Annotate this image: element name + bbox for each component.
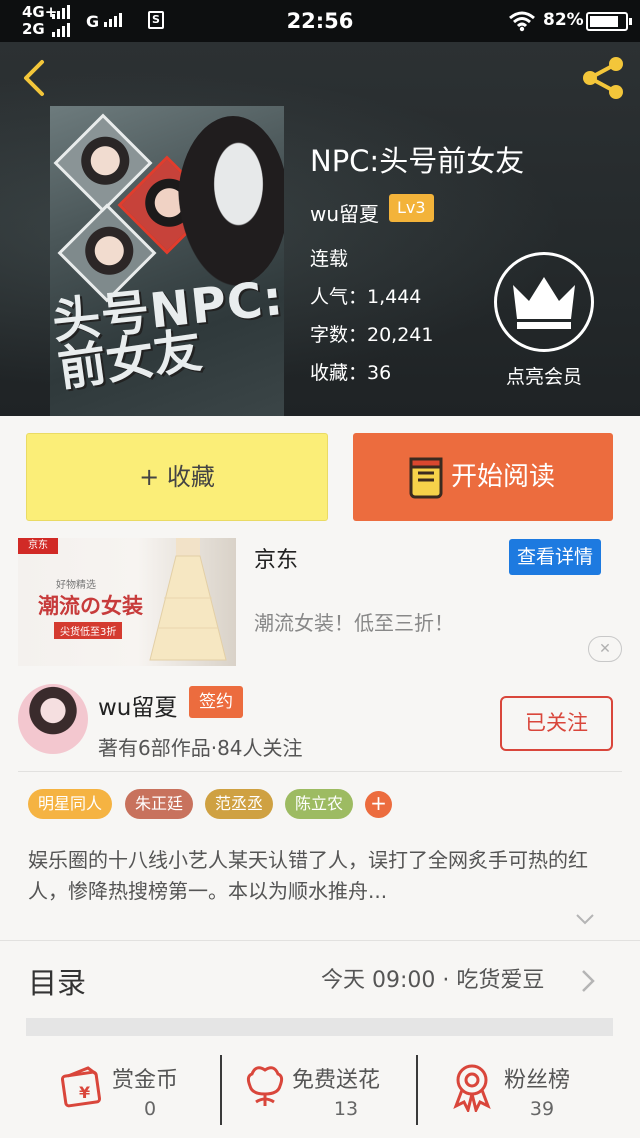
book-title: NPC:头号前女友 xyxy=(310,144,525,178)
tag[interactable]: 朱正廷 xyxy=(125,789,194,819)
free-flower-button[interactable]: 免费送花 13 xyxy=(240,1048,416,1138)
avatar[interactable] xyxy=(18,684,88,754)
ad-brand: 京东 xyxy=(254,548,299,573)
book-description: 娱乐圈的十八线小艺人某天认错了人，误打了全网炙手可热的红人，惨降热搜榜第一。本以… xyxy=(28,848,588,903)
ad-image-sale: 尖货低至3折 xyxy=(54,622,123,639)
svg-text:¥: ¥ xyxy=(79,1083,90,1102)
flower-count: 13 xyxy=(333,1098,359,1120)
ad-detail-button[interactable]: 查看详情 xyxy=(509,539,602,575)
battery-icon xyxy=(586,12,632,31)
author-works: 著有6部作品·84人关注 xyxy=(98,736,303,760)
book-header: 头号NPC: 前女友 NPC:头号前女友 wu留夏 Lv3 连载 人气：1,44… xyxy=(0,42,640,416)
chevron-right-icon[interactable] xyxy=(580,968,596,994)
tag[interactable]: 陈立农 xyxy=(285,789,354,819)
start-reading-button[interactable]: 开始阅读 xyxy=(353,433,613,521)
favorites-count: 收藏：36 xyxy=(310,362,392,384)
reward-coin-button[interactable]: ¥ 赏金币 0 xyxy=(50,1048,220,1138)
back-button[interactable] xyxy=(14,56,54,100)
footer-divider xyxy=(220,1055,222,1125)
crown-icon xyxy=(513,277,575,329)
level-badge: Lv3 xyxy=(389,194,434,222)
book-cover[interactable]: 头号NPC: 前女友 xyxy=(50,106,284,416)
author-name[interactable]: wu留夏 xyxy=(98,688,177,722)
ad-image-headline: 潮流の女装 xyxy=(38,594,143,618)
ribbon-medal-icon xyxy=(453,1064,491,1112)
add-tag-button[interactable]: + xyxy=(365,791,392,818)
reward-count: 0 xyxy=(143,1098,157,1120)
fans-ranking-button[interactable]: 粉丝榜 39 xyxy=(440,1048,610,1138)
gold-coin-icon: ¥ xyxy=(60,1066,102,1108)
ad-image[interactable]: 京东 好物精选 潮流の女装 尖货低至3折 xyxy=(18,538,236,666)
ad-description: 潮流女装！低至三折！ xyxy=(254,611,454,635)
divider xyxy=(0,940,640,941)
collect-button[interactable]: + 收藏 xyxy=(26,433,328,521)
skirt-photo xyxy=(149,538,227,661)
flower-label: 免费送花 xyxy=(292,1068,381,1093)
chevron-down-icon[interactable] xyxy=(575,912,595,926)
vip-button[interactable] xyxy=(494,252,594,352)
word-count: 字数：20,241 xyxy=(310,324,434,346)
popularity: 人气：1,444 xyxy=(310,286,422,308)
fans-label: 粉丝榜 xyxy=(504,1068,571,1093)
signed-badge: 签约 xyxy=(189,686,243,718)
status-bar: 4G+ 2G G S 22:56 82% xyxy=(0,0,640,42)
ad-image-logo: 京东 xyxy=(18,538,58,554)
fans-count: 39 xyxy=(529,1098,555,1120)
share-button[interactable] xyxy=(578,54,630,102)
start-reading-label: 开始阅读 xyxy=(451,462,556,492)
cover-portrait xyxy=(178,116,284,286)
latest-chapter[interactable]: 今天 09:00 · 吃货爱豆 xyxy=(321,962,544,994)
reward-label: 赏金币 xyxy=(112,1068,179,1093)
book-icon xyxy=(409,457,443,499)
toc-title[interactable]: 目录 xyxy=(28,960,86,1002)
flower-icon xyxy=(246,1066,284,1106)
tag[interactable]: 明星同人 xyxy=(28,789,113,819)
author-name[interactable]: wu留夏 xyxy=(310,198,379,227)
serial-status: 连载 xyxy=(310,248,349,270)
tag[interactable]: 范丞丞 xyxy=(205,789,274,819)
section-separator xyxy=(26,1018,613,1036)
battery-percent: 82% xyxy=(543,10,584,30)
vip-label: 点亮会员 xyxy=(505,366,582,388)
footer-divider xyxy=(416,1055,418,1125)
ad-image-pick: 好物精选 xyxy=(56,580,96,591)
divider xyxy=(18,771,622,772)
wifi-icon xyxy=(509,11,535,32)
close-icon[interactable]: ✕ xyxy=(588,636,622,662)
follow-button[interactable]: 已关注 xyxy=(500,696,613,751)
